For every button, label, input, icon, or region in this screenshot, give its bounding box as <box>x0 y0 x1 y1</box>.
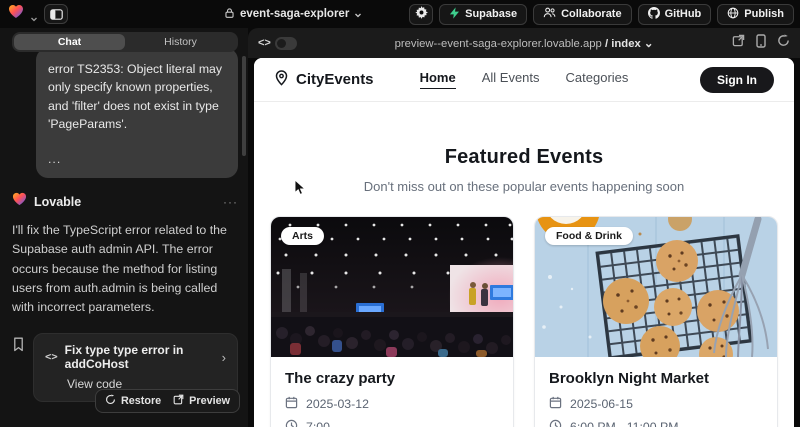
code-preview-switch[interactable] <box>275 37 297 50</box>
code-view-toggle[interactable]: <> <box>258 37 297 50</box>
chat-history-tabs: Chat History <box>12 32 238 52</box>
preview-version-button[interactable]: Preview <box>173 394 230 408</box>
assistant-intro-text: I'll fix the TypeScript error related to… <box>12 221 238 317</box>
sign-in-button[interactable]: Sign In <box>700 67 774 93</box>
event-date: 2025-06-15 <box>570 397 633 411</box>
chat-panel: Chat History error TS2353: Object litera… <box>0 28 248 427</box>
event-image-party: Arts <box>271 217 513 357</box>
tab-chat[interactable]: Chat <box>14 34 125 50</box>
project-switcher[interactable]: event-saga-explorer <box>224 0 362 28</box>
preview-page: CityEvents Home All Events Categories Si… <box>254 58 794 427</box>
github-icon <box>648 7 660 22</box>
toggle-sidebar-button[interactable] <box>44 4 68 24</box>
mobile-view-button[interactable] <box>756 34 766 53</box>
app-topbar: event-saga-explorer Supabase Collaborate <box>0 0 800 28</box>
event-time: 6:00 PM - 11:00 PM <box>570 420 678 427</box>
category-badge: Food & Drink <box>545 227 633 245</box>
workspace-chevron-down-icon[interactable] <box>30 10 38 18</box>
map-pin-icon <box>274 70 289 90</box>
user-message-text: error TS2353: Object literal may only sp… <box>48 60 226 134</box>
lock-icon <box>224 7 235 22</box>
gear-icon <box>415 6 428 22</box>
preview-panel: <> preview--event-saga-explorer.lovable.… <box>248 28 800 427</box>
restore-icon <box>105 394 116 408</box>
event-card[interactable]: Arts The crazy party 2025-03-12 <box>270 216 514 427</box>
supabase-bolt-icon <box>449 7 460 22</box>
nav-link-categories[interactable]: Categories <box>566 70 629 89</box>
people-icon <box>543 7 556 21</box>
assistant-name: Lovable <box>34 195 81 209</box>
event-title: The crazy party <box>285 370 499 387</box>
project-name: event-saga-explorer <box>240 8 349 20</box>
publish-button[interactable]: Publish <box>717 4 794 25</box>
message-menu-button[interactable]: ··· <box>223 195 238 209</box>
github-button[interactable]: GitHub <box>638 4 712 25</box>
nav-link-all-events[interactable]: All Events <box>482 70 540 89</box>
globe-icon <box>727 7 739 22</box>
event-title: Brooklyn Night Market <box>549 370 763 387</box>
section-title: Featured Events <box>254 146 794 169</box>
lovable-heart-icon <box>12 192 27 211</box>
external-link-icon <box>173 394 184 408</box>
code-change-title: Fix type type error in addCoHost <box>65 343 215 371</box>
supabase-button[interactable]: Supabase <box>439 4 527 25</box>
section-subtitle: Don't miss out on these popular events h… <box>254 179 794 194</box>
calendar-icon <box>285 396 298 412</box>
assistant-header: Lovable ··· <box>12 192 238 211</box>
site-navbar: CityEvents Home All Events Categories Si… <box>254 58 794 102</box>
preview-toolbar: <> preview--event-saga-explorer.lovable.… <box>248 28 800 58</box>
clock-icon <box>285 419 298 427</box>
collaborate-button[interactable]: Collaborate <box>533 4 632 25</box>
user-message-ellipsis: ... <box>48 150 226 168</box>
lovable-logo-heart-icon[interactable] <box>8 4 24 24</box>
event-card[interactable]: Food & Drink Brooklyn Night Market 2025-… <box>534 216 778 427</box>
category-badge: Arts <box>281 227 324 245</box>
code-change-card[interactable]: <> Fix type type error in addCoHost › Vi… <box>33 333 238 402</box>
preview-url[interactable]: preview--event-saga-explorer.lovable.app… <box>248 37 800 50</box>
refresh-button[interactable] <box>777 34 790 52</box>
code-icon: <> <box>45 351 58 363</box>
settings-button[interactable] <box>409 4 433 25</box>
clock-icon <box>549 419 562 427</box>
chevron-right-icon: › <box>222 350 226 365</box>
event-date: 2025-03-12 <box>306 397 369 411</box>
open-in-new-tab-button[interactable] <box>732 34 745 52</box>
chat-scrollbar[interactable] <box>242 56 246 156</box>
calendar-icon <box>549 396 562 412</box>
site-brand[interactable]: CityEvents <box>274 70 374 90</box>
event-time: 7:00 <box>306 420 330 427</box>
bookmark-icon[interactable] <box>12 337 25 357</box>
event-image-cookies: Food & Drink <box>535 217 777 357</box>
tab-history[interactable]: History <box>125 34 236 50</box>
code-icon: <> <box>258 37 271 49</box>
user-message-bubble: error TS2353: Object literal may only sp… <box>36 48 238 178</box>
restore-button[interactable]: Restore <box>105 394 161 408</box>
nav-link-home[interactable]: Home <box>420 70 456 89</box>
project-chevron-down-icon <box>354 10 362 18</box>
code-change-actions: Restore Preview <box>95 389 240 413</box>
